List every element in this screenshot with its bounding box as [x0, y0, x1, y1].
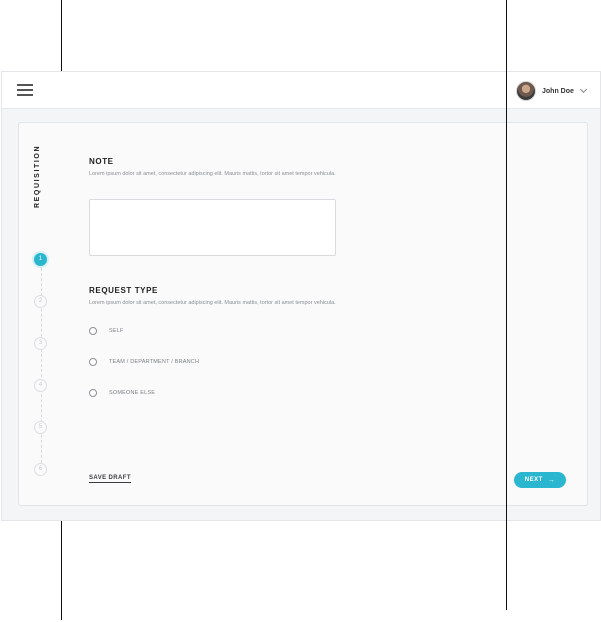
arrow-right-icon: →	[547, 476, 556, 484]
note-textarea[interactable]	[89, 199, 336, 256]
step-1[interactable]: 1	[34, 253, 47, 266]
radio-option-team[interactable]: TEAM / DEPARTMENT / BRANCH	[89, 358, 199, 366]
step-2[interactable]: 2	[34, 295, 47, 308]
step-3[interactable]: 3	[34, 337, 47, 350]
avatar	[516, 81, 536, 101]
radio-option-someone-else[interactable]: SOMEONE ELSE	[89, 389, 155, 397]
menu-icon[interactable]	[17, 84, 33, 96]
sidebar-title: REQUISITION	[34, 144, 41, 208]
next-button[interactable]: NEXT →	[514, 472, 566, 488]
request-type-title: REQUEST TYPE	[89, 286, 158, 295]
request-type-description: Lorem ipsum dolor sit amet, consectetur …	[89, 300, 336, 306]
next-label: NEXT	[524, 477, 543, 483]
step-5[interactable]: 5	[34, 421, 47, 434]
radio-button[interactable]	[89, 389, 97, 397]
radio-option-self[interactable]: SELF	[89, 327, 124, 335]
radio-label: SOMEONE ELSE	[109, 390, 156, 396]
requisition-card: REQUISITION 1 2 3 4 5 6 NOTE Lorem ipsum…	[18, 122, 588, 506]
guide-line-right	[506, 0, 507, 610]
radio-label: SELF	[109, 328, 124, 334]
chevron-down-icon	[579, 85, 587, 94]
save-draft-link[interactable]: SAVE DRAFT	[89, 475, 131, 483]
user-name: John Doe	[542, 87, 574, 95]
radio-label: TEAM / DEPARTMENT / BRANCH	[109, 359, 200, 365]
radio-button[interactable]	[89, 358, 97, 366]
note-title: NOTE	[89, 157, 114, 166]
note-description: Lorem ipsum dolor sit amet, consectetur …	[89, 171, 336, 177]
radio-button[interactable]	[89, 327, 97, 335]
top-bar: John Doe	[2, 72, 600, 109]
app-window: John Doe REQUISITION 1 2 3 4 5 6 NOTE Lo…	[1, 71, 601, 521]
user-menu[interactable]: John Doe	[516, 80, 587, 102]
step-6[interactable]: 6	[34, 463, 47, 476]
step-4[interactable]: 4	[34, 379, 47, 392]
